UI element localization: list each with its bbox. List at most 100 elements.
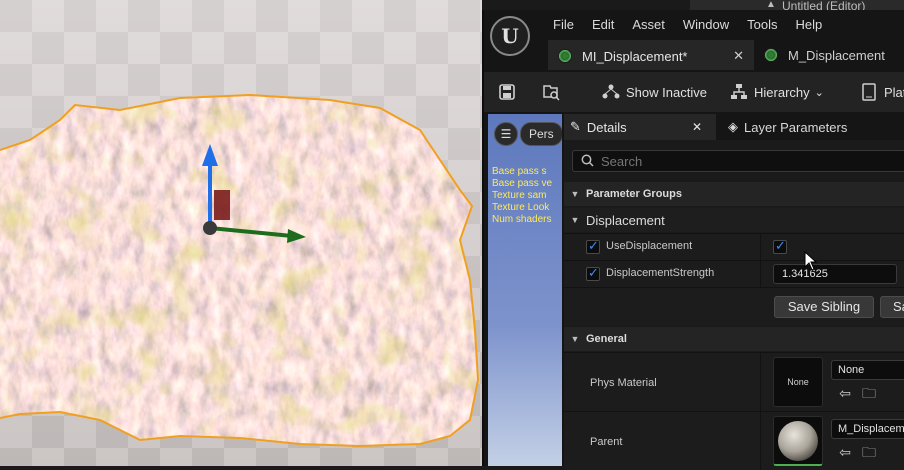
ue-small-icon: ▲	[766, 0, 776, 10]
menu-help[interactable]: Help	[786, 16, 831, 34]
platforms-icon	[860, 83, 878, 101]
tab-mi-displacement[interactable]: MI_Displacement* ✕	[548, 40, 754, 70]
phys-material-thumbnail[interactable]: None	[773, 357, 823, 407]
menu-edit[interactable]: Edit	[583, 16, 623, 34]
search-box[interactable]	[572, 150, 904, 172]
save-sibling-button[interactable]: Save Sibling	[774, 296, 874, 318]
layers-icon: ◈	[728, 119, 738, 134]
stat-line: Texture Look	[492, 202, 550, 213]
stat-line: Base pass s	[492, 166, 547, 177]
hierarchy-icon	[730, 83, 748, 101]
check-icon: ✓	[588, 265, 599, 280]
details-tab-strip: ✎ Details ✕ ◈ Layer Parameters	[564, 114, 904, 140]
tab-details[interactable]: ✎ Details ✕	[564, 114, 716, 140]
browse-folder-icon[interactable]: 🗀	[861, 385, 877, 401]
prop-row-parent: Parent M_Displacem ⇦ 🗀	[564, 411, 904, 470]
editor-toolbar: Show Inactive Hierarchy ⌄ Platf	[484, 72, 904, 112]
unreal-logo-icon[interactable]: U	[490, 16, 530, 56]
close-tab-icon[interactable]: ✕	[733, 48, 744, 64]
use-selected-arrow-icon[interactable]: ⇦	[837, 385, 853, 401]
param-value-cell: 1.341625	[760, 261, 904, 287]
check-icon: ✓	[588, 238, 599, 253]
show-inactive-label: Show Inactive	[626, 84, 707, 100]
param-row-displacement-strength: ✓ DisplacementStrength 1.341625	[564, 260, 904, 287]
prop-label: Parent	[590, 436, 623, 448]
viewport-menu-icon[interactable]: ☰	[494, 122, 518, 146]
show-inactive-button[interactable]: Show Inactive	[602, 72, 707, 112]
menu-tools[interactable]: Tools	[738, 16, 786, 34]
search-input[interactable]	[601, 151, 901, 171]
buttons-cell: Save Sibling Sa	[760, 288, 904, 326]
prop-row-phys-material: Phys Material None None ⇦ 🗀	[564, 352, 904, 411]
override-checkbox[interactable]: ✓	[586, 265, 600, 281]
browse-asset-button[interactable]	[542, 72, 566, 112]
prop-name-cell: Parent	[564, 412, 758, 470]
chevron-down-icon: ▼	[570, 215, 580, 225]
save-buttons-row: Save Sibling Sa	[564, 287, 904, 326]
stat-line: Base pass ve	[492, 178, 553, 189]
param-value-cell: ✓	[760, 234, 904, 260]
parent-material-dropdown[interactable]: M_Displacem	[831, 419, 904, 439]
shader-stats: Base pass s Base pass ve Texture sam Tex…	[492, 166, 552, 226]
prop-label: Phys Material	[590, 377, 657, 389]
param-label: UseDisplacement	[606, 240, 693, 252]
prop-value-cell: None None ⇦ 🗀	[760, 353, 904, 411]
chevron-down-icon: ▼	[570, 334, 580, 344]
chevron-down-icon: ⌄	[814, 86, 824, 99]
hierarchy-label: Hierarchy	[754, 84, 810, 100]
platforms-label: Platf	[884, 84, 904, 100]
check-icon: ✓	[775, 238, 786, 253]
menu-asset[interactable]: Asset	[623, 16, 674, 34]
save-icon	[498, 83, 516, 101]
displaced-terrain-mesh[interactable]	[0, 0, 482, 466]
prop-value-cell: M_Displacem ⇦ 🗀	[760, 412, 904, 470]
phys-material-dropdown[interactable]: None	[831, 360, 904, 380]
close-tab-icon[interactable]: ✕	[692, 120, 702, 134]
param-row-use-displacement: ✓ UseDisplacement ✓	[564, 233, 904, 260]
use-displacement-checkbox[interactable]: ✓	[773, 238, 787, 254]
save-button[interactable]	[498, 72, 522, 112]
tab-layer-parameters-label: Layer Parameters	[744, 119, 848, 135]
browse-folder-icon	[542, 83, 560, 101]
prop-name-cell: Phys Material	[564, 353, 758, 411]
group-displacement[interactable]: ▼ Displacement	[564, 208, 904, 232]
material-instance-icon	[558, 49, 572, 63]
material-sphere-icon	[778, 420, 818, 461]
perspective-button[interactable]: Pers	[520, 122, 562, 146]
save-child-button[interactable]: Sa	[880, 296, 904, 318]
param-label: DisplacementStrength	[606, 267, 715, 279]
menu-window[interactable]: Window	[674, 16, 738, 34]
hierarchy-button[interactable]: Hierarchy ⌄	[730, 72, 824, 112]
details-panel: ✎ Details ✕ ◈ Layer Parameters ▼ Paramet…	[564, 114, 904, 470]
category-parameter-groups[interactable]: ▼ Parameter Groups	[564, 182, 904, 206]
level-viewport[interactable]	[0, 0, 482, 466]
chevron-down-icon: ▼	[570, 189, 580, 199]
material-instance-editor: U File Edit Asset Window Tools Help MI_D…	[482, 10, 904, 470]
displacement-strength-input[interactable]: 1.341625	[773, 264, 897, 284]
category-label: General	[586, 333, 627, 345]
group-label: Displacement	[586, 212, 665, 228]
category-general[interactable]: ▼ General	[564, 327, 904, 351]
mouse-cursor-icon	[804, 251, 818, 271]
use-selected-arrow-icon[interactable]: ⇦	[837, 444, 853, 460]
tab-details-label: Details	[586, 119, 627, 135]
browse-folder-icon[interactable]: 🗀	[861, 444, 877, 460]
tab-label: MI_Displacement*	[582, 48, 688, 64]
menu-bar: File Edit Asset Window Tools Help	[544, 16, 831, 34]
menu-file[interactable]: File	[544, 16, 583, 34]
parent-material-thumbnail[interactable]	[773, 416, 823, 466]
show-inactive-icon	[602, 83, 620, 101]
tab-label: M_Displacement	[788, 47, 885, 63]
param-name-cell: ✓ DisplacementStrength	[564, 261, 758, 287]
category-label: Parameter Groups	[586, 188, 682, 200]
param-name-cell: ✓ UseDisplacement	[564, 234, 758, 260]
material-icon	[764, 48, 778, 62]
material-preview-viewport[interactable]: ☰ Pers Base pass s Base pass ve Texture …	[488, 114, 562, 466]
platforms-button[interactable]: Platf	[860, 72, 904, 112]
tab-m-displacement[interactable]: M_Displacement	[754, 40, 895, 70]
pencil-icon: ✎	[570, 119, 581, 134]
override-checkbox[interactable]: ✓	[586, 238, 600, 254]
tab-layer-parameters[interactable]: ◈ Layer Parameters	[728, 114, 847, 140]
asset-tabs: MI_Displacement* ✕ M_Displacement	[548, 40, 895, 70]
stat-line: Num shaders	[492, 214, 552, 225]
